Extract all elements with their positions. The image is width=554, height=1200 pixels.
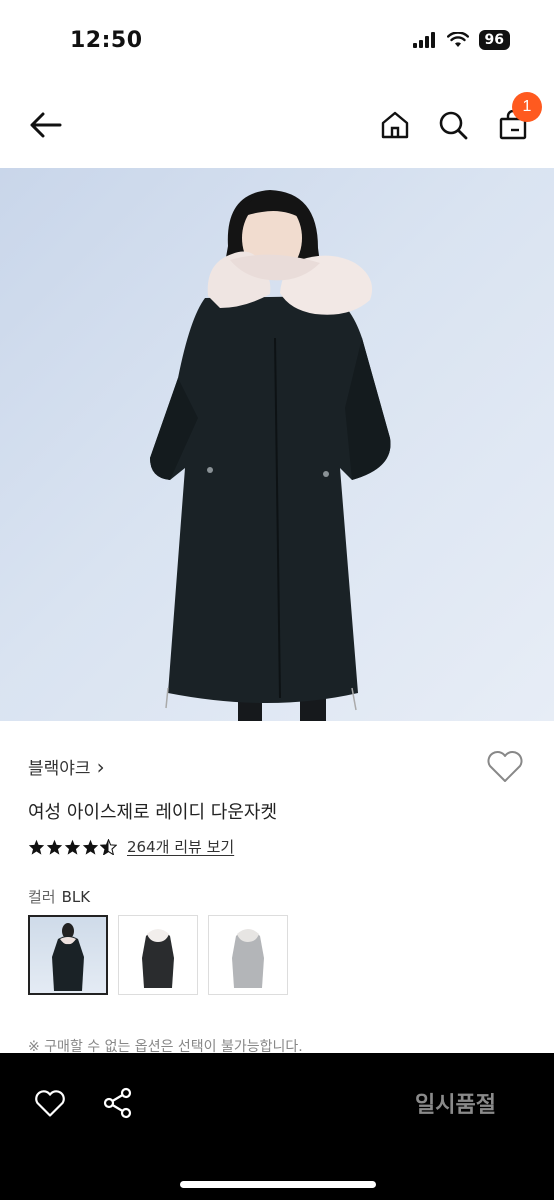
soldout-button[interactable]: 일시품절 [415,1087,496,1119]
review-link[interactable]: 264개 리뷰 보기 [127,836,234,857]
rating-row: 264개 리뷰 보기 [28,836,234,857]
color-swatch-gray[interactable] [208,915,288,995]
color-swatch-charcoal[interactable] [118,915,198,995]
star-rating [28,838,117,855]
nav-bar [0,82,554,168]
heart-icon [487,751,523,782]
home-icon [381,111,409,139]
bottom-wishlist-button[interactable] [30,1083,70,1123]
home-indicator [180,1181,376,1188]
model-in-down-jacket-image [150,190,391,721]
product-image[interactable] [0,168,554,721]
color-label: 컬러 BLK [28,886,90,907]
bottom-action-bar: 일시품절 [0,1053,554,1200]
signal-icon [412,32,435,48]
back-arrow-icon [30,112,62,138]
brand-link[interactable]: 블랙야크 › [28,754,105,780]
star-icon [64,839,81,855]
heart-icon [35,1090,65,1117]
color-swatches [28,915,288,995]
star-icon [82,839,99,855]
color-label-text: 컬러 [28,888,56,906]
star-icon [28,839,45,855]
wifi-icon [446,32,469,47]
black-jacket-thumbnail [52,923,84,991]
search-button[interactable] [434,106,472,144]
status-icons: 96 [412,30,510,50]
cart-count-badge: 1 [512,92,542,122]
half-star-icon [100,838,117,855]
color-swatch-black[interactable] [28,915,108,995]
search-icon [439,111,468,140]
brand-chevron-icon: › [96,754,105,779]
share-icon [103,1087,132,1119]
star-icon [46,839,63,855]
share-button[interactable] [98,1083,138,1123]
back-button[interactable] [26,106,64,144]
charcoal-jacket-thumbnail [142,929,174,988]
product-name: 여성 아이스제로 레이디 다운자켓 [28,802,278,823]
status-time: 12:50 [70,28,143,53]
brand-name: 블랙야크 [28,759,91,779]
gray-jacket-thumbnail [232,929,264,988]
status-bar: 12:50 96 [0,0,554,82]
battery-indicator: 96 [478,30,510,50]
wishlist-button[interactable] [486,748,526,788]
selected-color-value: BLK [61,888,91,906]
home-button[interactable] [376,106,414,144]
